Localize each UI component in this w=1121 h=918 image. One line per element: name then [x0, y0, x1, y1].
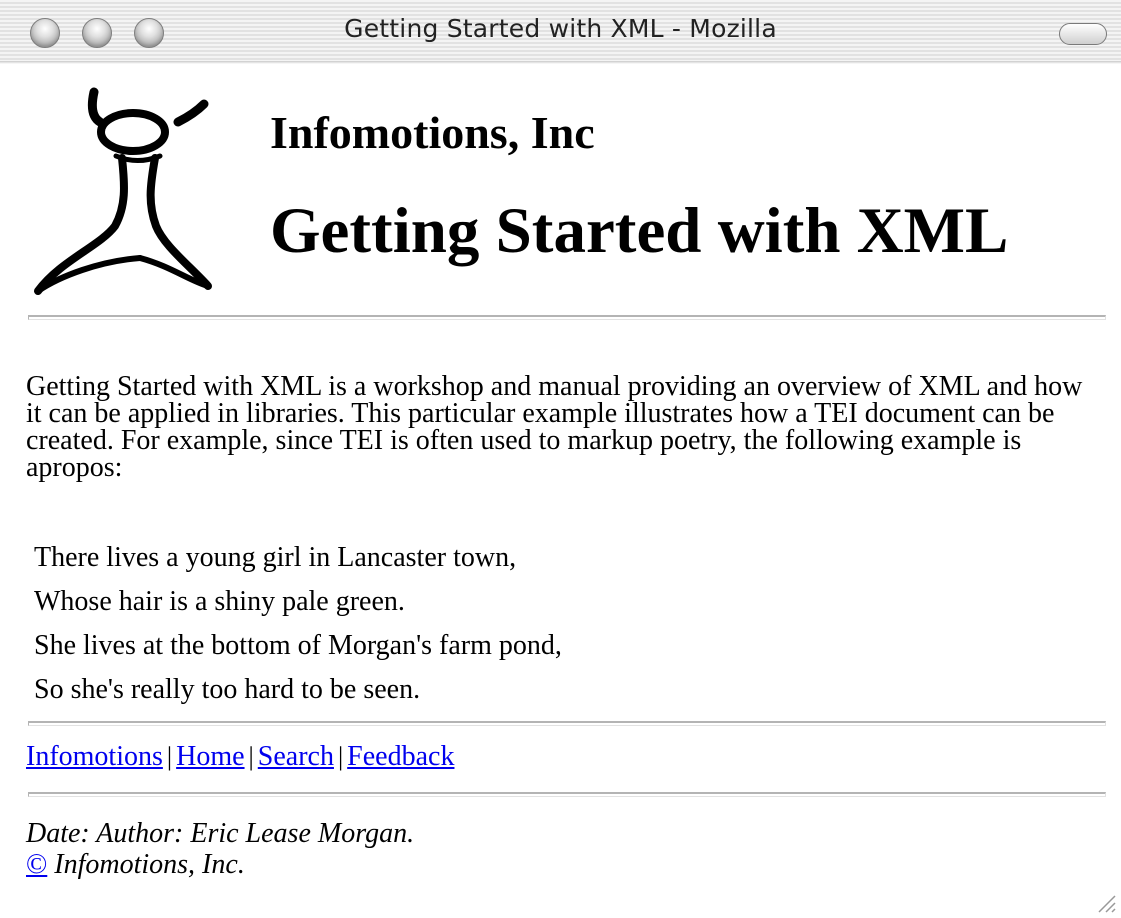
browser-window: Getting Started with XML - Mozilla Infom…: [0, 0, 1121, 918]
copyright-line: © Infomotions, Inc.: [26, 849, 414, 880]
search-link[interactable]: Search: [258, 741, 334, 772]
copyright-holder: Infomotions, Inc.: [47, 849, 245, 880]
horizontal-rule: [28, 792, 1106, 797]
nav-separator: |: [166, 742, 173, 771]
stick-figure-logo-icon: [34, 87, 212, 295]
page-content: Infomotions, Inc Getting Started with XM…: [0, 66, 1121, 918]
feedback-link[interactable]: Feedback: [347, 741, 454, 772]
poem-line: Whose hair is a shiny pale green.: [34, 586, 405, 617]
poem-line: So she's really too hard to be seen.: [34, 674, 421, 705]
poem-line: She lives at the bottom of Morgan's farm…: [34, 630, 562, 661]
poem: There lives a young girl in Lancaster to…: [34, 541, 562, 717]
nav-separator: |: [248, 742, 254, 771]
horizontal-rule: [28, 315, 1106, 320]
window-title: Getting Started with XML - Mozilla: [344, 14, 777, 43]
page-title: Getting Started with XML: [270, 195, 1009, 267]
infomotions-link[interactable]: Infomotions: [26, 741, 163, 772]
poem-line: There lives a young girl in Lancaster to…: [34, 542, 517, 573]
horizontal-rule: [28, 721, 1106, 726]
resize-grip-icon[interactable]: [1093, 890, 1117, 914]
footer-navigation: Infomotions | Home | Search | Feedback: [26, 741, 454, 773]
document-metadata: Date: Author: Eric Lease Morgan. © Infom…: [26, 818, 414, 880]
nav-separator: |: [337, 742, 344, 771]
toolbar-toggle-button[interactable]: [1059, 23, 1107, 45]
copyright-link[interactable]: ©: [26, 849, 47, 880]
date-author-line: Date: Author: Eric Lease Morgan.: [26, 818, 415, 849]
home-link[interactable]: Home: [176, 741, 244, 772]
company-name: Infomotions, Inc: [270, 107, 595, 158]
title-bar[interactable]: Getting Started with XML - Mozilla: [0, 0, 1121, 64]
intro-paragraph: Getting Started with XML is a workshop a…: [26, 371, 1083, 483]
